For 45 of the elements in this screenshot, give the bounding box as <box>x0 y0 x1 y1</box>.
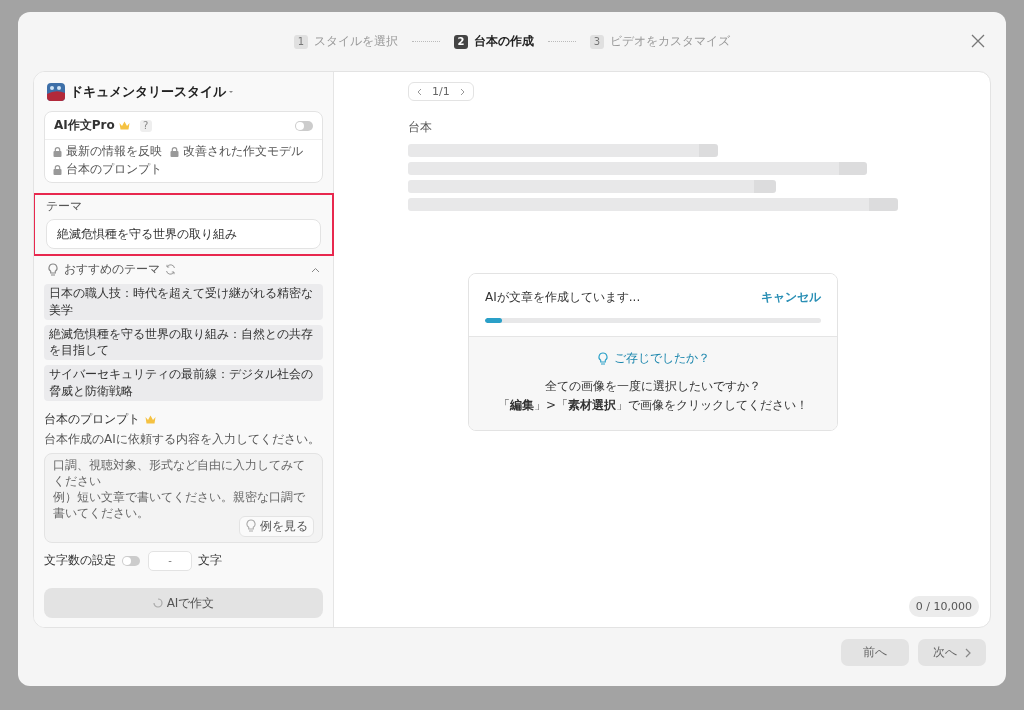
lock-icon <box>53 146 62 157</box>
script-label: 台本 <box>408 119 433 136</box>
feature-label: 最新の情報を反映 <box>66 143 162 160</box>
previous-page-icon[interactable] <box>417 87 422 96</box>
char-limit-label: 文字数の設定 <box>44 552 116 570</box>
feature-label: 改善された作文モデル <box>183 143 303 160</box>
lock-icon <box>170 146 179 157</box>
character-count: 0 / 10,000 <box>908 596 979 617</box>
pro-title: AI作文Pro <box>54 117 115 134</box>
theme-label: テーマ <box>46 198 83 215</box>
lightbulb-icon <box>245 519 257 534</box>
close-icon[interactable] <box>971 34 985 48</box>
chevron-right-icon <box>965 647 971 658</box>
suggestion-chip[interactable]: 絶滅危惧種を守る世界の取り組み：自然との共存を目指して <box>44 324 323 361</box>
style-thumbnail-icon <box>47 83 65 101</box>
placeholder-text: 口調、視聴対象、形式など自由に入力してみてください <box>53 456 306 490</box>
toggle-switch[interactable] <box>295 120 313 131</box>
tip-text: 「編集」>「素材選択」で画像をクリックしてください！ <box>497 397 809 415</box>
refresh-icon <box>165 264 176 275</box>
suggestions-title: おすすめのテーマ <box>64 261 160 278</box>
style-dropdown[interactable]: ドキュメンタリースタイル <box>70 83 233 101</box>
crown-icon <box>118 121 130 130</box>
prompt-field[interactable]: 口調、視聴対象、形式など自由に入力してみてください 例）短い文章で書いてください。親密な口調で書いてください。 例を見る <box>44 452 323 543</box>
collapse-icon[interactable] <box>311 266 320 273</box>
page-indicator: 1/1 <box>432 85 450 98</box>
prompt-title: 台本のプロンプト <box>44 410 140 428</box>
step-tab[interactable]: 2 台本の作成 <box>454 33 534 50</box>
lightbulb-icon <box>47 262 59 277</box>
tip-text: 全ての画像を一度に選択したいですか？ <box>545 378 761 395</box>
theme-input[interactable]: 絶滅危惧種を守る世界の取り組み <box>46 219 321 249</box>
example-button[interactable]: 例を見る <box>239 515 314 537</box>
tip-title: ご存じでしたか？ <box>613 350 710 367</box>
feature-label: 台本のプロンプト <box>66 161 162 178</box>
cancel-link[interactable]: キャンセル <box>761 289 821 306</box>
lightbulb-icon <box>596 351 609 366</box>
suggestion-chip[interactable]: 日本の職人技：時代を超えて受け継がれる精密な美学 <box>44 284 323 320</box>
prompt-description: 台本作成のAIに依頼する内容を入力してください。 <box>44 430 321 448</box>
suggestion-chip[interactable]: サイバーセキュリティの最前線：デジタル社会の脅威と防衛戦略 <box>44 365 323 401</box>
next-page-icon[interactable] <box>459 87 465 96</box>
progress-message: AIが文章を作成しています... <box>485 289 641 306</box>
loading-icon <box>152 598 163 608</box>
unit-label: 文字 <box>198 552 222 570</box>
lock-icon <box>53 164 62 175</box>
crown-icon <box>145 414 156 424</box>
toggle-switch[interactable] <box>122 555 140 566</box>
